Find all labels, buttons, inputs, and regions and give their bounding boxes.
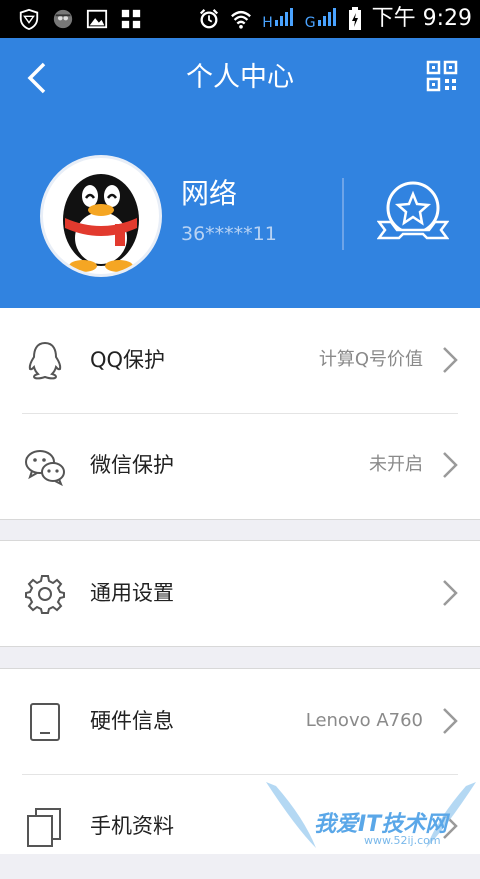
sim1-signal: H [262,5,295,34]
gear-icon [25,575,65,614]
qq-penguin-icon [28,341,62,380]
header-divider [342,178,344,250]
user-name: 网络 [181,177,238,210]
grid-icon [121,9,141,29]
star-badge-icon[interactable] [377,178,449,244]
sim2-signal: G [305,5,338,34]
status-bar: H G 下午 9:29 [0,0,480,38]
menu-item-label: 通用设置 [90,581,174,605]
menu-item-label: 硬件信息 [90,709,174,733]
qr-code-icon[interactable] [426,60,458,92]
menu-item-value: Lenovo A760 [305,710,423,731]
tablet-icon [30,703,60,741]
qq-penguin-icon [63,174,139,272]
chevron-right-icon [443,452,458,478]
copy-icon [27,808,61,847]
section-border [0,519,480,520]
menu-item-value: 未开启 [369,454,423,475]
page-title: 个人中心 [186,62,294,93]
menu-item-label: 微信保护 [90,453,174,477]
user-qq-id: 36*****11 [181,223,277,245]
status-right-icons: H G 下午 9:29 [198,4,472,34]
watermark-url: www.52ij.com [364,834,441,847]
clock: 下午 9:29 [371,6,472,31]
security-section: QQ保护 计算Q号价值 微信保护 未开启 [0,308,480,519]
wifi-icon [231,10,252,29]
shield-icon [19,8,39,30]
menu-item-wechat-protect[interactable]: 微信保护 未开启 [0,413,480,518]
alarm-icon [200,9,219,29]
menu-item-label: QQ保护 [90,348,166,372]
signal-icon [274,7,293,26]
menu-item-hardware-info[interactable]: 硬件信息 Lenovo A760 [0,669,480,774]
spy-icon [53,9,73,29]
menu-item-qq-protect[interactable]: QQ保护 计算Q号价值 [0,308,480,413]
chevron-right-icon [443,347,458,373]
image-icon [86,9,108,29]
menu-item-value: 计算Q号价值 [318,349,423,370]
chevron-right-icon [443,708,458,734]
settings-section: 通用设置 [0,541,480,646]
avatar[interactable] [40,155,162,277]
status-left-icons [18,8,142,30]
menu-item-label: 手机资料 [90,814,174,838]
chevron-right-icon [443,580,458,606]
sim2-network-label: G [304,14,316,31]
sim1-network-label: H [262,14,273,31]
profile-header: 个人中心 网络 36*****11 [0,38,480,308]
battery-icon [348,7,361,30]
section-border [0,646,480,647]
wechat-icon [25,450,65,487]
menu-item-general-settings[interactable]: 通用设置 [0,541,480,646]
signal-icon [317,7,336,26]
